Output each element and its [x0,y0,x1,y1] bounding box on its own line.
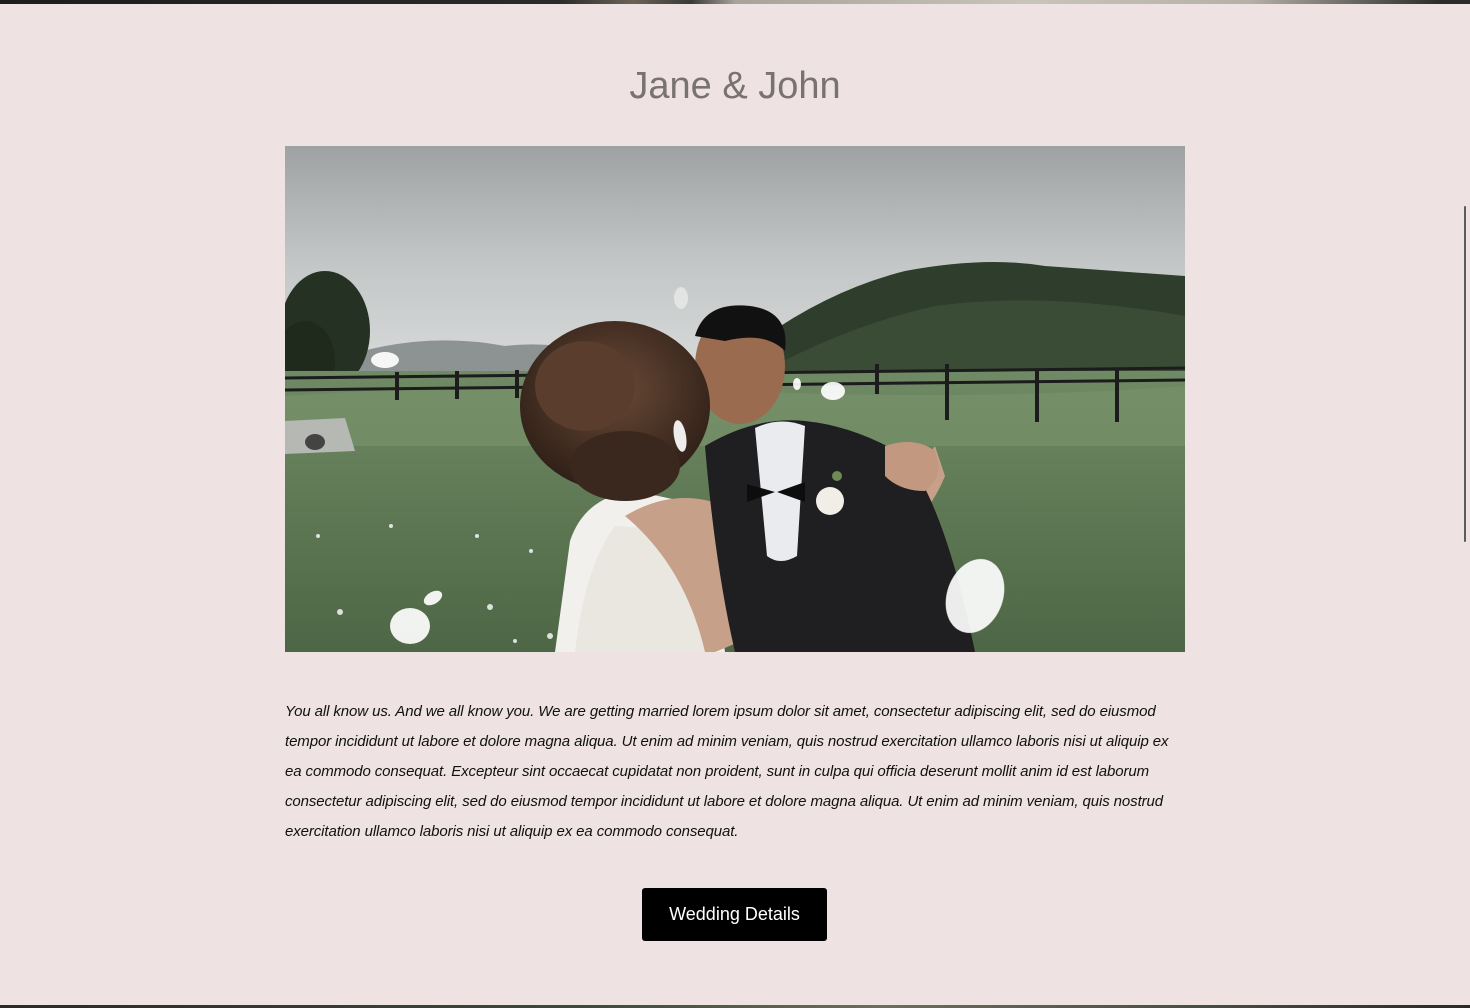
page-title: Jane & John [629,65,841,107]
story-paragraph: You all know us. And we all know you. We… [285,703,1169,840]
wedding-intro-section: Jane & John You all know us. And we all … [0,0,1470,1008]
wedding-details-button[interactable]: Wedding Details [642,888,827,941]
couple-photo [285,146,1185,652]
previous-section-image-edge [0,0,1470,4]
scrollbar-thumb[interactable] [1464,206,1466,542]
